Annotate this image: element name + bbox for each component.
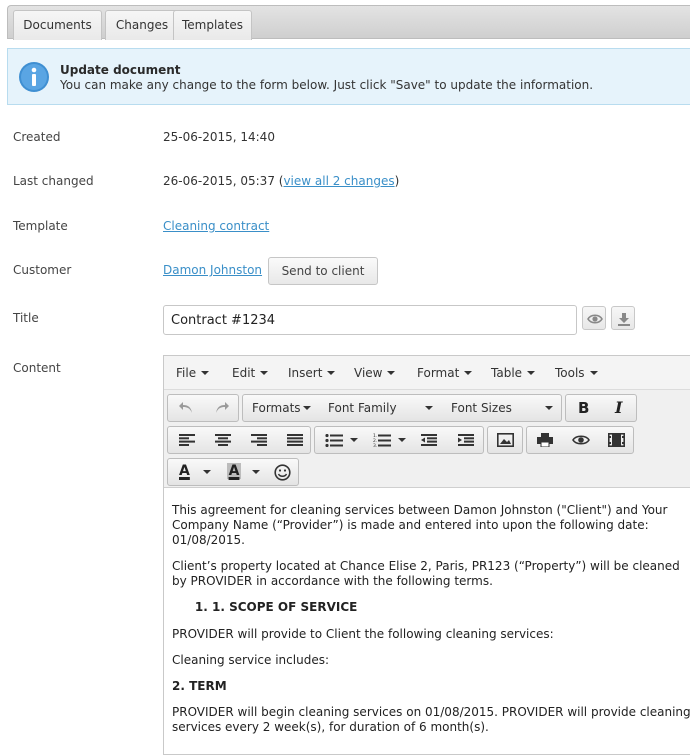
history-group — [167, 394, 239, 422]
created-label: Created — [13, 130, 61, 144]
numbered-list-button[interactable]: 1. 2. 3. — [363, 427, 411, 453]
editor-menubar: File Edit Insert View Format Table Tools — [164, 356, 690, 390]
menu-edit[interactable]: Edit — [232, 366, 269, 380]
format-select-group: Formats Font Family Font Sizes — [242, 394, 562, 422]
outdent-icon — [421, 434, 437, 446]
content-paragraph: PROVIDER will provide to Client the foll… — [172, 627, 554, 641]
align-justify-icon — [287, 434, 303, 446]
align-center-button[interactable] — [204, 427, 240, 453]
insert-image-button[interactable] — [488, 427, 524, 453]
preview-content-button[interactable] — [563, 427, 599, 453]
created-value: 25-06-2015, 14:40 — [163, 130, 275, 144]
view-changes-link[interactable]: view all 2 changes — [283, 174, 394, 188]
undo-button[interactable] — [168, 395, 203, 421]
align-left-button[interactable] — [168, 427, 204, 453]
text-color-button[interactable]: A — [168, 459, 216, 485]
content-label: Content — [13, 361, 61, 375]
last-changed-label: Last changed — [13, 174, 94, 188]
print-button[interactable] — [527, 427, 563, 453]
last-changed-date: 26-06-2015, 05:37 ( — [163, 174, 284, 188]
download-button[interactable] — [611, 306, 635, 330]
tab-changes[interactable]: Changes — [105, 10, 179, 40]
content-heading: 2. TERM — [172, 679, 227, 693]
info-title: Update document — [60, 63, 181, 77]
numbered-list-icon: 1. 2. 3. — [373, 433, 391, 447]
customer-link[interactable]: Damon Johnston — [163, 263, 262, 277]
media-group — [487, 426, 523, 454]
tab-documents[interactable]: Documents — [13, 10, 102, 40]
align-right-icon — [251, 434, 267, 446]
eye-icon — [572, 435, 590, 445]
tab-bar: Documents Changes Templates — [7, 5, 690, 40]
eye-icon — [587, 314, 603, 324]
align-justify-button[interactable] — [276, 427, 312, 453]
align-left-icon — [179, 434, 195, 446]
emoticons-button[interactable] — [266, 459, 300, 485]
last-changed-value: 26-06-2015, 05:37 (view all 2 changes) — [163, 174, 399, 188]
info-text: You can make any change to the form belo… — [60, 78, 594, 92]
background-color-button[interactable]: A — [216, 459, 266, 485]
italic-icon: I — [615, 398, 623, 417]
italic-button[interactable]: I — [602, 395, 637, 421]
menu-table[interactable]: Table — [491, 366, 536, 380]
smiley-icon — [274, 464, 291, 481]
bullet-list-button[interactable] — [315, 427, 363, 453]
film-icon — [608, 433, 625, 447]
print-icon — [537, 433, 553, 447]
indent-button[interactable] — [448, 427, 485, 453]
tools-group — [526, 426, 634, 454]
insert-media-button[interactable] — [599, 427, 635, 453]
formats-select[interactable]: Formats — [243, 395, 323, 421]
undo-icon — [179, 402, 192, 413]
info-box: Update document You can make any change … — [7, 48, 690, 105]
font-family-select[interactable]: Font Family — [323, 395, 443, 421]
redo-button[interactable] — [204, 395, 239, 421]
alignment-group — [167, 426, 311, 454]
template-label: Template — [13, 219, 68, 233]
tab-templates[interactable]: Templates — [173, 10, 252, 40]
svg-text:3.: 3. — [373, 443, 377, 447]
download-icon — [618, 313, 630, 326]
content-paragraph: This agreement for cleaning services bet… — [172, 503, 668, 547]
align-center-icon — [215, 434, 231, 446]
content-paragraph: PROVIDER will begin cleaning services on… — [172, 705, 690, 734]
list-indent-group: 1. 2. 3. — [314, 426, 484, 454]
outdent-button[interactable] — [411, 427, 448, 453]
preview-button[interactable] — [582, 306, 606, 330]
menu-view[interactable]: View — [354, 366, 396, 380]
background-color-icon: A — [227, 463, 241, 479]
menu-tools[interactable]: Tools — [555, 366, 598, 380]
text-style-group: B I — [565, 394, 637, 422]
image-icon — [497, 433, 514, 447]
font-sizes-select[interactable]: Font Sizes — [443, 395, 563, 421]
content-list-item: 1. SCOPE OF SERVICE — [212, 600, 690, 615]
color-group: A A — [167, 458, 299, 486]
text-color-icon: A — [179, 463, 190, 479]
template-link[interactable]: Cleaning contract — [163, 219, 269, 233]
info-icon — [19, 62, 49, 92]
menu-format[interactable]: Format — [417, 366, 473, 380]
rich-text-editor: File Edit Insert View Format Table Tools… — [163, 355, 690, 755]
bold-icon: B — [578, 399, 590, 417]
menu-insert[interactable]: Insert — [288, 366, 336, 380]
send-to-client-button[interactable]: Send to client — [268, 257, 378, 285]
title-label: Title — [13, 311, 39, 325]
menu-file[interactable]: File — [176, 366, 210, 380]
content-paragraph: Client’s property located at Chance Elis… — [172, 559, 680, 588]
last-changed-close: ) — [394, 174, 400, 188]
editor-content-area[interactable]: This agreement for cleaning services bet… — [164, 489, 690, 746]
editor-toolbar: Formats Font Family Font Sizes B I 1. 2.… — [164, 390, 690, 488]
indent-icon — [458, 434, 474, 446]
content-paragraph: Cleaning service includes: — [172, 653, 329, 667]
align-right-button[interactable] — [240, 427, 276, 453]
bullet-list-icon — [325, 434, 343, 447]
redo-icon — [216, 402, 229, 413]
customer-label: Customer — [13, 263, 72, 277]
title-input[interactable] — [163, 305, 577, 335]
bold-button[interactable]: B — [566, 395, 601, 421]
